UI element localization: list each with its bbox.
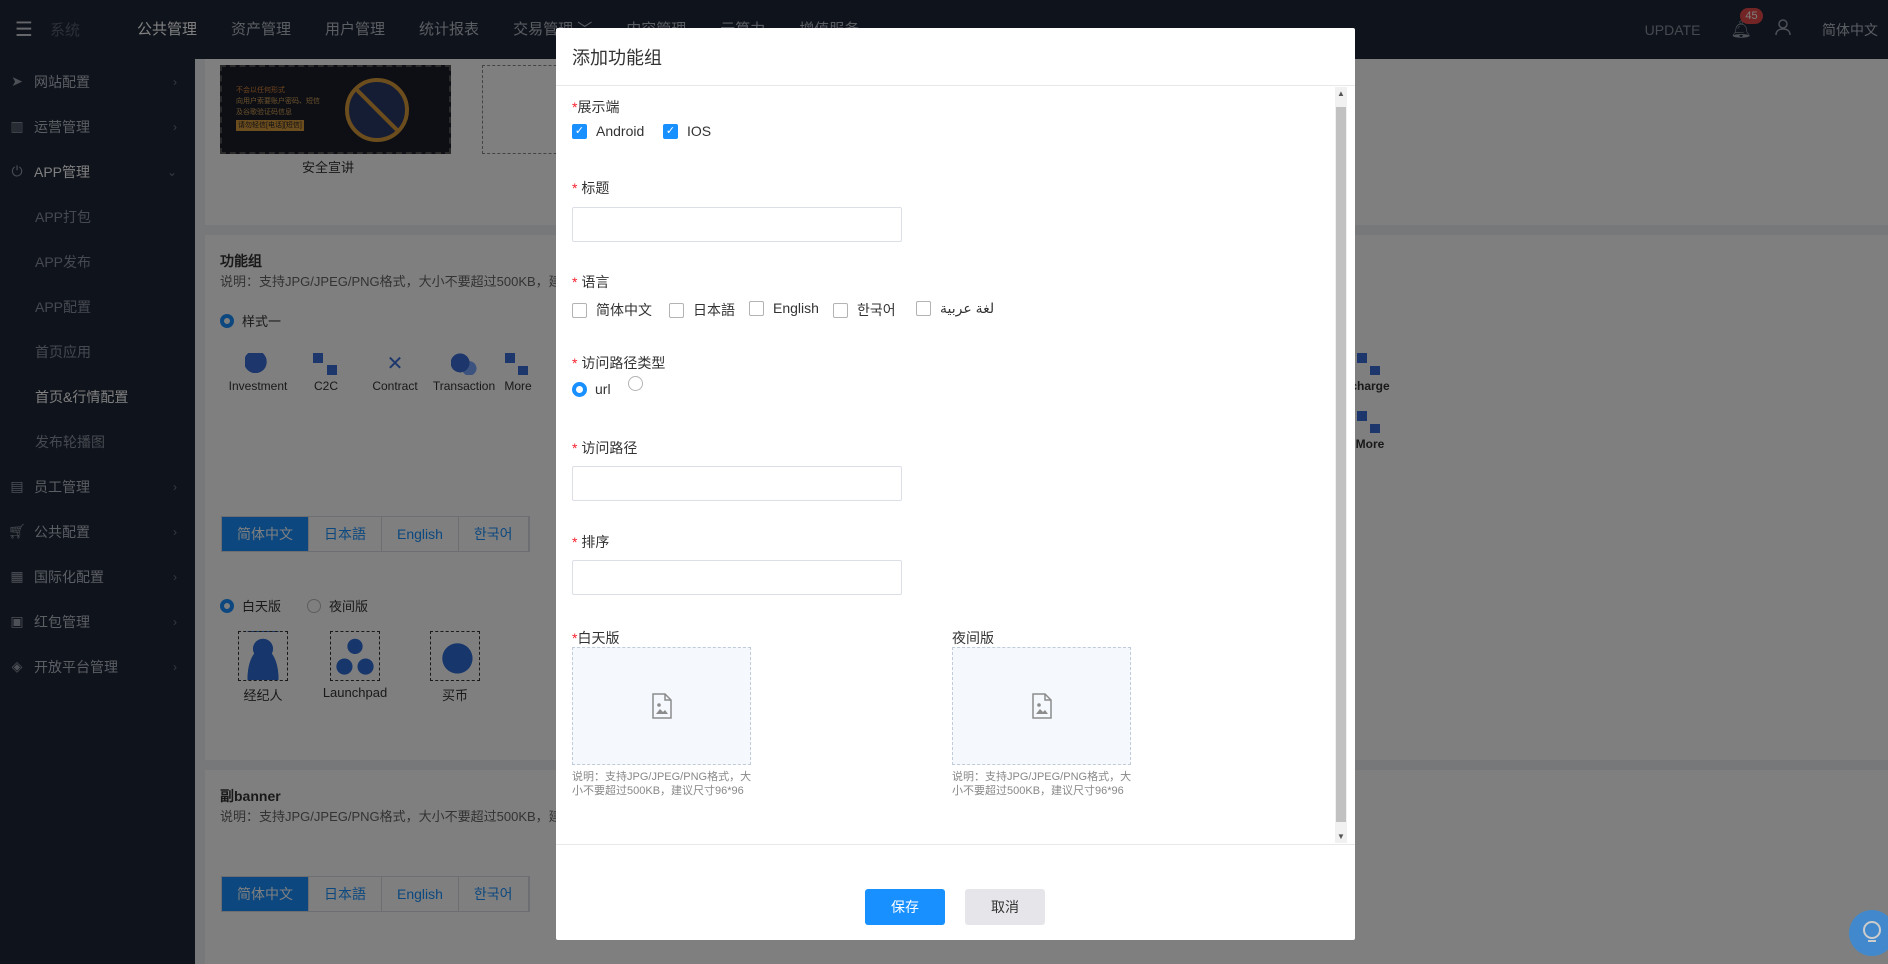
- day-image-upload[interactable]: [572, 647, 751, 765]
- lang-checkbox-ja[interactable]: 日本語: [669, 300, 735, 320]
- dialog-scrollbar[interactable]: ▲ ▼: [1335, 87, 1347, 843]
- path-input[interactable]: [572, 466, 902, 501]
- day-upload-note: 说明：支持JPG/JPEG/PNG格式，大小不要超过500KB，建议尺寸96*9…: [572, 771, 752, 797]
- title-label: * 标题: [572, 180, 610, 196]
- add-function-group-dialog: 添加功能组 *展示端 ✓ Android ✓ IOS * 标题 * 语言 简体中文 …: [556, 28, 1355, 940]
- night-image-upload[interactable]: [952, 647, 1131, 765]
- scroll-down-icon[interactable]: ▼: [1337, 832, 1345, 841]
- night-upload-label: 夜间版: [952, 630, 994, 646]
- scroll-thumb[interactable]: [1336, 107, 1346, 822]
- platform-label: *展示端: [572, 99, 620, 115]
- android-checkbox[interactable]: ✓ Android: [572, 123, 644, 139]
- sort-input[interactable]: [572, 560, 902, 595]
- lang-checkbox-en[interactable]: English: [749, 300, 819, 316]
- image-file-icon: [1031, 693, 1052, 719]
- help-bulb-button[interactable]: [1849, 910, 1888, 956]
- scroll-up-icon[interactable]: ▲: [1337, 89, 1345, 98]
- path-label: * 访问路径: [572, 440, 638, 456]
- dialog-body: *展示端 ✓ Android ✓ IOS * 标题 * 语言 简体中文 日本語 En…: [556, 87, 1355, 843]
- ios-checkbox[interactable]: ✓ IOS: [663, 123, 711, 139]
- language-label: * 语言: [572, 274, 610, 290]
- lang-checkbox-zh[interactable]: 简体中文: [572, 300, 652, 320]
- path-type-radio-other[interactable]: [628, 376, 651, 391]
- check-icon: ✓: [572, 123, 587, 139]
- night-upload-note: 说明：支持JPG/JPEG/PNG格式，大小不要超过500KB，建议尺寸96*9…: [952, 771, 1132, 797]
- dialog-footer: 保存 取消: [556, 844, 1355, 940]
- path-type-label: * 访问路径类型: [572, 355, 666, 371]
- path-type-radio-url[interactable]: url: [572, 381, 611, 397]
- sort-label: * 排序: [572, 534, 610, 550]
- lang-checkbox-ar[interactable]: لغة عربية: [916, 300, 994, 317]
- dialog-title: 添加功能组: [556, 28, 1355, 86]
- save-button[interactable]: 保存: [865, 889, 945, 925]
- cancel-button[interactable]: 取消: [965, 889, 1045, 925]
- title-input[interactable]: [572, 207, 902, 242]
- lightbulb-icon: [1863, 921, 1881, 942]
- lang-checkbox-ko[interactable]: 한국어: [833, 300, 896, 320]
- check-icon: ✓: [663, 123, 678, 139]
- image-file-icon: [651, 693, 672, 719]
- day-upload-label: *白天版: [572, 630, 620, 646]
